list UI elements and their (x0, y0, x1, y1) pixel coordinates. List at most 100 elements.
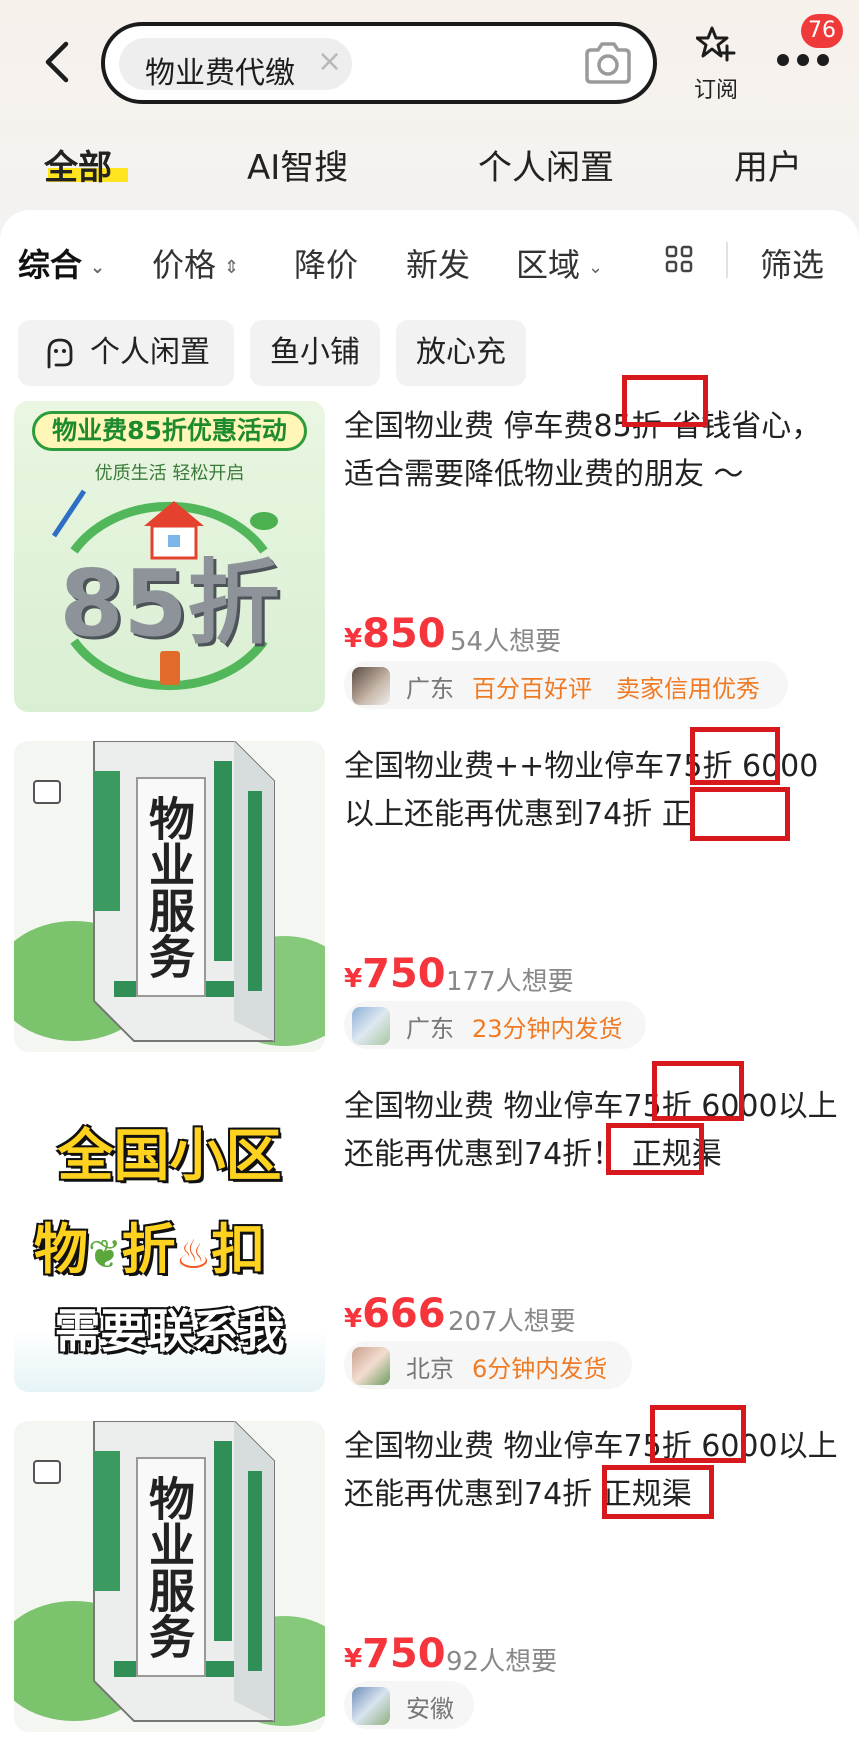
grid-view-icon[interactable] (664, 244, 694, 274)
camera-icon[interactable] (583, 42, 633, 84)
ghost-face-icon (47, 338, 73, 369)
subscribe-label: 订阅 (693, 78, 738, 103)
quick-filter-chips: 个人闲置 鱼小铺 放心充 (0, 320, 859, 386)
search-bar[interactable]: 物业费代缴 × (101, 22, 657, 104)
annotation-box (650, 1405, 746, 1463)
want-count: 177人想要 (446, 967, 574, 997)
thumb-line2: 物❦折♨扣 (34, 1205, 314, 1284)
seller-location: 北京 (406, 1355, 454, 1383)
filter-label: 价格 (152, 246, 217, 284)
annotation-box (606, 1123, 704, 1175)
annotation-box (690, 727, 780, 785)
tab-users[interactable]: 用户 (734, 140, 802, 189)
sort-updown-icon: ⇕ (224, 256, 240, 278)
currency-symbol: ¥ (344, 964, 363, 994)
want-count: 54人想要 (450, 627, 562, 657)
seller-avatar (352, 1347, 390, 1385)
currency-symbol: ¥ (344, 1644, 363, 1674)
tab-personal-idle[interactable]: 个人闲置 (478, 140, 614, 189)
seller-avatar (352, 667, 390, 705)
subscribe-button[interactable]: 订阅 (688, 24, 744, 104)
filter-screen-button[interactable]: 筛选 (760, 240, 824, 286)
more-menu-icon[interactable] (773, 50, 833, 70)
filter-new[interactable]: 新发 (406, 240, 470, 286)
product-thumbnail: 物业费85折优惠活动 优质生活 轻松开启 85折 (14, 401, 325, 712)
search-tabs: 全部 AI智搜 个人闲置 用户 (0, 134, 859, 194)
leaf-icon: ❦ (88, 1232, 122, 1278)
seller-avatar (352, 1687, 390, 1725)
chip-safe-recharge[interactable]: 放心充 (396, 320, 526, 386)
seller-tag: 卖家信用优秀 (616, 675, 760, 703)
list-item[interactable]: 物业服务 全国物业费++物业停车75折 6000以上还能再优惠到74折 正 ¥7… (0, 727, 859, 1061)
price-value: 750 (362, 1631, 446, 1677)
back-arrow-icon[interactable] (36, 38, 84, 86)
top-bar: 物业费代缴 × 订阅 76 (0, 0, 859, 120)
thumb-big-discount: 85折 (59, 550, 280, 657)
thumb-banner: 物业费85折优惠活动 (32, 411, 307, 451)
fire-icon: ♨ (175, 1232, 212, 1278)
chevron-down-icon: ⌄ (588, 256, 604, 278)
seller-info[interactable]: 广东 百分百好评 卖家信用优秀 (344, 661, 788, 709)
currency-symbol: ¥ (344, 624, 363, 654)
chip-label: 个人闲置 (90, 335, 210, 370)
filter-label: 区域 (516, 246, 581, 284)
chip-personal-idle[interactable]: 个人闲置 (18, 320, 234, 386)
seller-info[interactable]: 安徽 (344, 1681, 474, 1729)
thumb-line3: 需要联系我 (54, 1304, 285, 1358)
filter-region[interactable]: 区域 ⌄ (516, 240, 603, 286)
annotation-box (602, 1465, 714, 1519)
item-title: 全国物业费 物业停车75折 6000以上还能再优惠到74折 正规渠 (344, 1429, 838, 1512)
filter-sort-comprehensive[interactable]: 综合 ⌄ (18, 240, 105, 286)
want-count: 92人想要 (446, 1647, 558, 1677)
thumb-char: 折 (121, 1218, 176, 1281)
tab-all[interactable]: 全部 (44, 140, 112, 189)
seller-location: 广东 (406, 1015, 454, 1043)
item-price: ¥666 (344, 1291, 446, 1337)
thumb-line1: 全国小区 (57, 1124, 282, 1189)
tab-ai-search[interactable]: AI智搜 (247, 140, 348, 189)
filter-bar: 综合 ⌄ 价格 ⇕ 降价 新发 区域 ⌄ 筛选 (0, 220, 859, 300)
want-count: 207人想要 (448, 1307, 576, 1337)
chip-fish-shop[interactable]: 鱼小铺 (250, 320, 380, 386)
item-price: ¥850 (344, 611, 446, 657)
price-value: 750 (362, 951, 446, 997)
list-item[interactable]: 物业服务 全国物业费 物业停车75折 6000以上还能再优惠到74折 正规渠 ¥… (0, 1405, 859, 1741)
item-title: 全国物业费 物业停车75折 6000以上还能再优惠到74折！ 正规渠 (344, 1089, 838, 1172)
product-thumbnail: 物业服务 (14, 1421, 325, 1732)
seller-tag: 23分钟内发货 (472, 1015, 623, 1043)
item-price: ¥750 (344, 1631, 446, 1677)
item-price: ¥750 (344, 951, 446, 997)
seller-tag: 6分钟内发货 (472, 1355, 608, 1383)
filter-price-drop[interactable]: 降价 (294, 240, 358, 286)
list-item[interactable]: 物业费85折优惠活动 优质生活 轻松开启 85折 全国物业费 停车费85折 省钱… (0, 375, 859, 721)
price-value: 666 (362, 1291, 446, 1337)
seller-info[interactable]: 北京 6分钟内发货 (344, 1341, 632, 1389)
search-query-text: 物业费代缴 (145, 56, 295, 91)
item-title: 全国物业费 停车费85折 省钱省心，适合需要降低物业费的朋友 ～ (344, 409, 822, 492)
product-thumbnail: 物业服务 (14, 741, 325, 1052)
seller-tag: 百分百好评 (472, 675, 592, 703)
filter-price[interactable]: 价格 ⇕ (152, 240, 239, 286)
filter-label: 综合 (18, 246, 83, 284)
seller-location: 广东 (406, 675, 454, 703)
thumb-char: 物 (34, 1218, 88, 1281)
currency-symbol: ¥ (344, 1304, 363, 1334)
annotation-box (690, 787, 790, 841)
seller-info[interactable]: 广东 23分钟内发货 (344, 1001, 646, 1049)
seller-location: 安徽 (406, 1695, 454, 1723)
notification-badge: 76 (801, 14, 843, 48)
annotation-box (622, 375, 708, 427)
clear-query-icon[interactable]: × (317, 44, 342, 79)
thumb-sign: 物业服务 (136, 1457, 206, 1677)
thumb-char: 扣 (211, 1218, 266, 1281)
chevron-down-icon: ⌄ (90, 256, 106, 278)
list-item[interactable]: 全国小区 物❦折♨扣 需要联系我 全国物业费 物业停车75折 6000以上还能再… (0, 1061, 859, 1401)
seller-avatar (352, 1007, 390, 1045)
price-value: 850 (362, 611, 446, 657)
annotation-box (652, 1061, 744, 1121)
filter-divider (726, 242, 728, 278)
subscribe-star-icon (696, 26, 736, 62)
search-query-chip[interactable]: 物业费代缴 × (119, 38, 352, 91)
product-thumbnail: 全国小区 物❦折♨扣 需要联系我 (14, 1081, 325, 1392)
thumb-sign: 物业服务 (136, 777, 206, 997)
